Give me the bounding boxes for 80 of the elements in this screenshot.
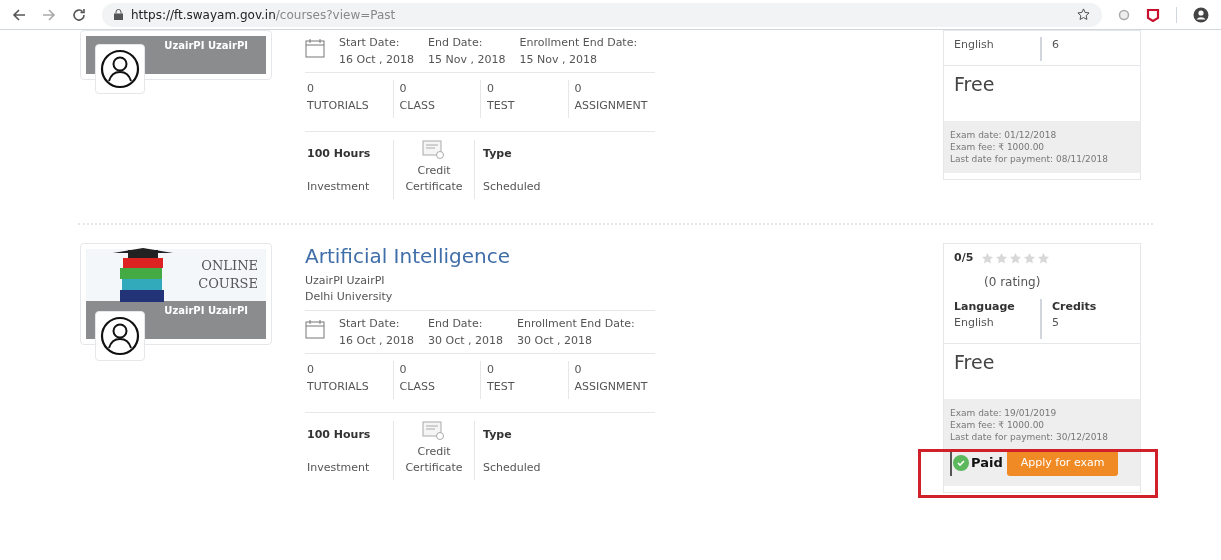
star-icon	[1009, 251, 1023, 265]
exam-info-text: Exam date: 01/12/2018	[950, 129, 1058, 141]
date-label: Enrollment End Date:	[519, 35, 638, 51]
certificate-label: Credit Certificate	[404, 163, 464, 195]
star-icon	[995, 251, 1009, 265]
stat-label: TUTORIALS	[307, 379, 370, 395]
stat-label: TEST	[487, 98, 516, 114]
instructor-name: UzairPI UzairPI	[305, 273, 386, 289]
exam-info-text: Exam date: 19/01/2019	[950, 406, 1058, 419]
exam-info-text: Last date for payment: 30/12/2018	[950, 430, 1109, 443]
url-text: https://ft.swayam.gov.in/courses?view=Past	[131, 6, 396, 24]
hours-label: Investment	[307, 178, 371, 195]
certificate-icon	[422, 140, 446, 160]
stat-count: 0	[307, 81, 315, 97]
hours-label: Investment	[307, 459, 371, 476]
stat-count: 0	[307, 362, 315, 378]
hours-value: 100 Hours	[307, 427, 372, 443]
price-text: Free	[954, 73, 995, 95]
star-icon	[1037, 251, 1051, 265]
rating-count: (0 rating)	[984, 273, 1042, 291]
price-text: Free	[954, 350, 995, 373]
stat-label: ASSIGNMENT	[574, 98, 649, 114]
account-icon[interactable]	[1193, 6, 1209, 23]
language-label: Language	[954, 298, 1016, 315]
language-value: English	[954, 37, 995, 53]
stat-count: 0	[487, 362, 495, 378]
stat-label: CLASS	[399, 379, 437, 395]
date-label: Enrollment End Date:	[517, 316, 635, 332]
stat-count: 0	[487, 81, 495, 97]
star-icon	[1023, 251, 1037, 265]
address-bar[interactable]: https://ft.swayam.gov.in/courses?view=Past	[102, 2, 1102, 27]
stat-count: 0	[574, 81, 583, 97]
type-label: Type	[483, 146, 513, 162]
stat-label: ASSIGNMENT	[574, 379, 649, 395]
banner-label: UzairPI UzairPI	[164, 304, 248, 318]
exam-info-text: Last date for payment: 08/11/2018	[950, 153, 1109, 165]
reload-icon[interactable]	[72, 7, 86, 22]
credits-value: 6	[1052, 37, 1059, 53]
stat-label: CLASS	[399, 98, 437, 114]
paid-status: Paid	[950, 449, 1003, 476]
stat-label: TUTORIALS	[307, 98, 370, 114]
hours-value: 100 Hours	[307, 146, 372, 162]
stat-count: 0	[574, 362, 583, 378]
course-title-link[interactable]: Artificial Intelligence	[305, 243, 655, 269]
stat-count: 0	[399, 362, 408, 378]
credits-label: Credits	[1052, 298, 1097, 315]
back-icon[interactable]	[12, 7, 26, 22]
exam-info-text: Exam fee: ₹ 1000.00	[950, 141, 1046, 153]
thumbnail-caption: ONLINE	[201, 257, 258, 275]
banner-label: UzairPI UzairPI	[164, 39, 248, 53]
rating-score: 0/5	[954, 250, 974, 266]
date-label: End Date:	[428, 35, 484, 51]
date-value: 16 Oct , 2018	[339, 52, 414, 68]
certificate-label: Credit Certificate	[404, 444, 464, 476]
date-label: Start Date:	[339, 316, 401, 332]
type-value: Scheduled	[483, 459, 541, 476]
star-icon[interactable]	[1077, 8, 1090, 21]
date-value: 15 Nov , 2018	[519, 52, 598, 68]
date-label: Start Date:	[339, 35, 401, 51]
stat-label: TEST	[487, 379, 516, 395]
exam-info-text: Exam fee: ₹ 1000.00	[950, 418, 1046, 431]
date-label: End Date:	[428, 316, 484, 332]
shield-icon[interactable]	[1146, 7, 1160, 22]
type-value: Scheduled	[483, 178, 541, 195]
date-value: 30 Oct , 2018	[428, 333, 503, 349]
credits-value: 5	[1052, 314, 1060, 331]
check-icon	[953, 454, 969, 471]
stat-count: 0	[399, 81, 408, 97]
certificate-icon	[422, 421, 446, 441]
institute-name: Delhi University	[305, 289, 394, 305]
lock-icon	[114, 9, 123, 20]
star-icon	[981, 251, 995, 265]
type-label: Type	[483, 427, 513, 443]
calendar-icon	[305, 319, 325, 339]
language-value: English	[954, 314, 995, 331]
thumbnail-caption: COURSE	[198, 275, 258, 293]
date-value: 15 Nov , 2018	[428, 52, 506, 68]
calendar-icon	[305, 38, 325, 58]
date-value: 16 Oct , 2018	[339, 333, 414, 349]
date-value: 30 Oct , 2018	[517, 333, 593, 349]
